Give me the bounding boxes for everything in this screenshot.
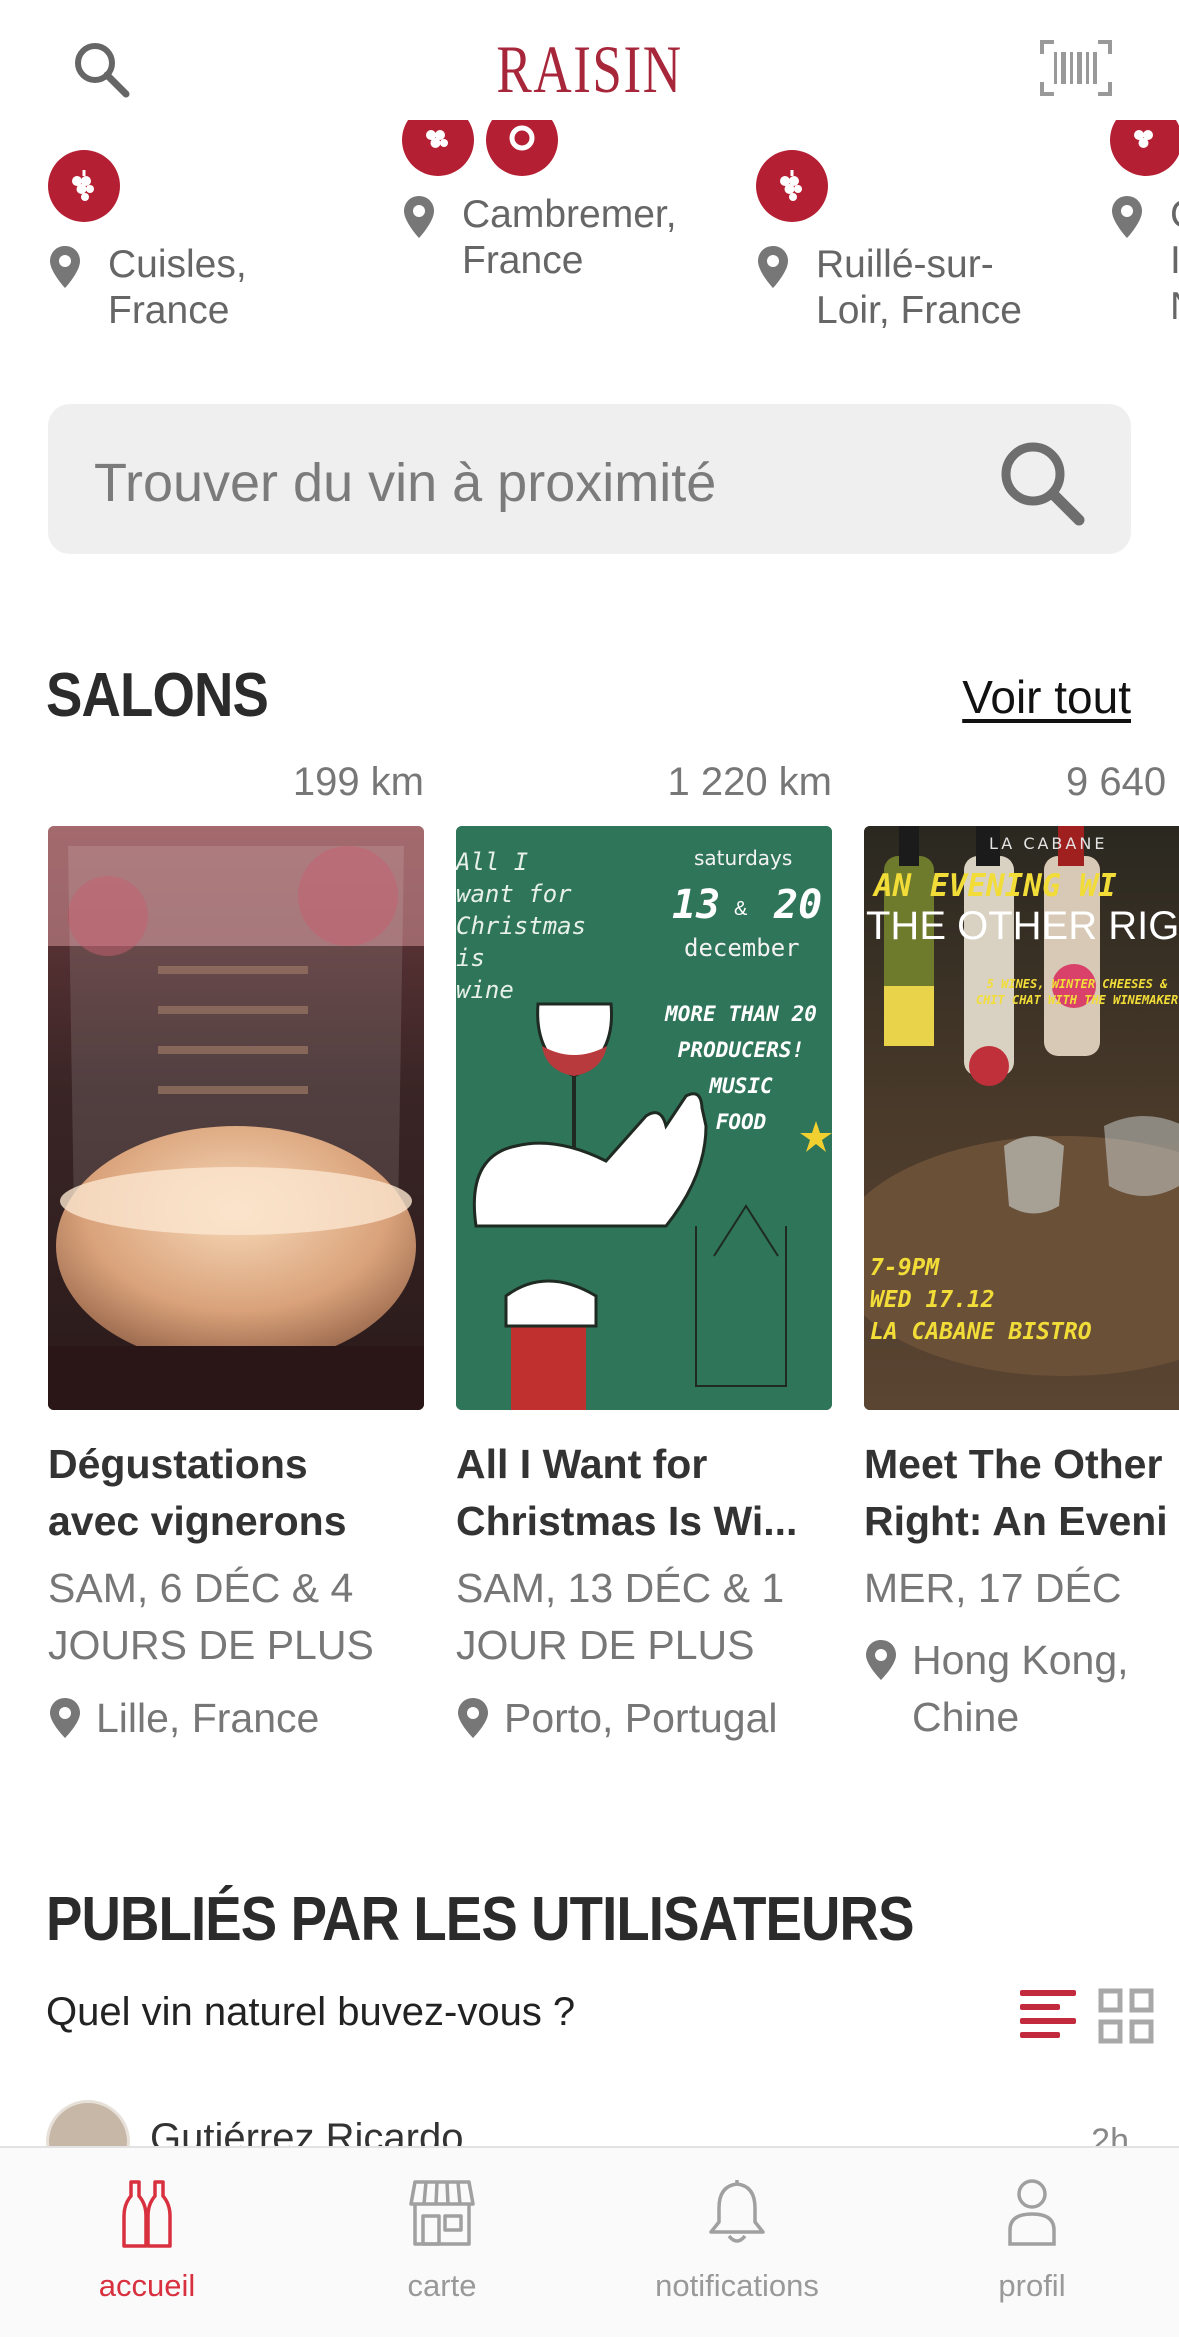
tab-carte[interactable]: carte <box>295 2148 589 2337</box>
producer-location: Cuisles, France <box>108 243 247 332</box>
event-distance: 9 640 <box>1066 760 1167 804</box>
poster-text: LA CABANE <box>989 834 1108 853</box>
event-title: Meet The Other Right: An Eveni <box>864 1441 1168 1544</box>
user-posts-heading: PUBLIÉS PAR LES UTILISATEURS <box>46 1885 914 1954</box>
poster-text: All I want for Christmas is wine <box>456 848 587 1004</box>
poster-text: saturdays <box>694 846 793 870</box>
avatar[interactable] <box>46 2100 130 2150</box>
see-all-link[interactable]: Voir tout <box>962 670 1131 724</box>
location-pin-icon <box>458 1698 488 1738</box>
producer-location: Cambremer, France <box>462 193 677 282</box>
location-pin-icon <box>404 196 434 238</box>
grape-badge-icon <box>48 150 120 222</box>
location-pin-icon <box>866 1640 896 1680</box>
nearby-wine-search[interactable]: Trouver du vin à proximité <box>48 404 1131 554</box>
search-icon[interactable] <box>991 432 1091 532</box>
tab-notifications[interactable]: notifications <box>590 2148 884 2337</box>
salons-heading: SALONS <box>46 661 269 730</box>
user-question: Quel vin naturel buvez-vous ? <box>46 1990 576 2034</box>
barcode-scan-icon[interactable] <box>1040 40 1112 96</box>
event-title: All I Want for Christmas Is Wi... <box>456 1441 798 1544</box>
event-image: LA CABANE AN EVENING WI THE OTHER RIG 5 … <box>864 826 1179 1410</box>
user-icon <box>1008 2179 1056 2246</box>
event-image: All I want for Christmas is wine saturda… <box>456 826 832 1410</box>
location-pin-icon <box>1112 196 1142 238</box>
producer-location: C I N <box>1170 193 1179 328</box>
tab-profil[interactable]: profil <box>885 2148 1179 2337</box>
poster-text: december <box>684 934 800 962</box>
event-image <box>48 826 424 1410</box>
event-title: Dégustations avec vignerons <box>48 1441 347 1544</box>
location-pin-icon <box>758 246 788 288</box>
tab-label: notifications <box>655 2268 819 2303</box>
event-distance: 199 km <box>292 760 424 804</box>
tab-label: accueil <box>98 2268 196 2303</box>
tab-bar: accueil carte notifications profil <box>0 2146 1179 2337</box>
grape-badge-icon <box>402 120 474 176</box>
location-pin-icon <box>50 1698 80 1738</box>
grape-badge-icon <box>486 120 558 176</box>
event-date: SAM, 6 DÉC & 4 JOURS DE PLUS <box>48 1565 374 1668</box>
events-carousel[interactable]: 199 km Dégustations avec vignerons SAM, … <box>0 760 1179 1750</box>
poster-text: 5 WINES, WINTER CHEESES & CHIT CHAT WITH… <box>975 977 1179 1007</box>
search-placeholder: Trouver du vin à proximité <box>94 453 717 513</box>
tab-label: carte <box>407 2268 477 2303</box>
list-view-icon[interactable] <box>1020 1988 1076 2042</box>
post-author[interactable]: Gutiérrez Ricardo <box>150 2116 463 2150</box>
shop-icon <box>409 2180 475 2246</box>
producers-carousel[interactable]: Cuisles, France Cambremer, France Ruillé… <box>0 120 1179 350</box>
poster-text: THE OTHER RIG <box>866 904 1179 948</box>
event-distance: 1 220 km <box>667 760 832 804</box>
event-location: Lille, France <box>96 1695 320 1741</box>
bell-icon <box>709 2180 765 2243</box>
bottles-icon <box>122 2180 172 2248</box>
grape-badge-icon <box>1110 120 1179 176</box>
header: RAISIN <box>0 0 1179 140</box>
grape-badge-icon <box>756 150 828 222</box>
poster-text: 20 <box>774 882 823 928</box>
tab-label: profil <box>998 2268 1066 2303</box>
poster-text: 13 <box>672 882 721 928</box>
location-pin-icon <box>50 246 80 288</box>
producer-location: Ruillé-sur- Loir, France <box>816 243 1022 332</box>
event-location: Porto, Portugal <box>504 1695 778 1741</box>
grid-view-icon[interactable] <box>1098 1988 1154 2044</box>
poster-text: MORE THAN 20 PRODUCERS! MUSIC FOOD <box>665 1002 817 1134</box>
search-icon[interactable] <box>70 38 132 100</box>
event-date: MER, 17 DÉC <box>864 1565 1122 1611</box>
event-date: SAM, 13 DÉC & 1 JOUR DE PLUS <box>456 1565 785 1668</box>
poster-text: 7-9PM WED 17.12 LA CABANE BISTRO <box>870 1255 1092 1345</box>
poster-text: & <box>734 898 748 920</box>
event-location: Hong Kong, Chine <box>912 1637 1129 1740</box>
app-logo: RAISIN <box>496 31 683 107</box>
poster-text: AN EVENING WI <box>874 868 1117 904</box>
tab-accueil[interactable]: accueil <box>0 2148 294 2337</box>
user-post[interactable]: Gutiérrez Ricardo 2h <box>0 2100 1179 2150</box>
